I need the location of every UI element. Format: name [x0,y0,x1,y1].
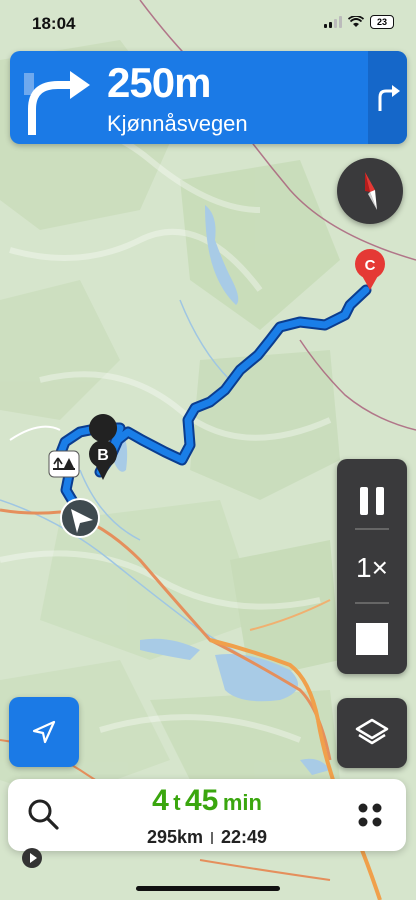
eta-duration: 4 t 45 min [8,784,406,818]
pause-icon [360,487,384,515]
more-menu-icon[interactable] [356,801,384,829]
cellular-signal-icon [324,16,342,28]
trip-distance: 295km [146,827,203,847]
street-name: Kjønnåsvegen [107,111,248,136]
home-indicator [136,886,280,891]
layers-icon [355,718,389,745]
trip-summary-card[interactable]: 4 t 45 min 295km 22:49 [8,779,406,851]
battery-level: 23 [376,17,387,27]
location-arrow-icon [32,720,56,744]
turn-instruction-card[interactable]: 250m Kjønnåsvegen [10,51,407,144]
eta-hours-unit: t [173,790,181,815]
status-bar: 18:04 23 [0,0,416,46]
play-small-icon[interactable] [22,848,42,868]
compass-icon [365,172,377,210]
next-turn-right-icon [378,84,400,111]
location-button[interactable] [9,697,79,767]
stop-button[interactable] [337,609,407,669]
campsite-icon[interactable] [48,450,80,478]
layers-button[interactable] [337,698,407,768]
status-icons: 23 [324,15,394,29]
eta-minutes: 45 [184,784,219,817]
stop-icon [356,623,388,655]
battery-icon: 23 [370,15,394,29]
waypoint-b-label: B [97,447,109,464]
panel-divider [355,528,389,530]
next-turn-button[interactable] [368,51,407,144]
current-position-icon [60,498,100,538]
speed-button[interactable]: 1× [337,537,407,599]
trip-meta: 295km 22:49 [8,827,406,848]
meta-separator [211,832,213,845]
turn-distance: 250m [107,59,211,106]
eta-minutes-unit: min [222,790,262,815]
compass-button[interactable] [337,158,403,224]
turn-right-arrow-icon [24,71,90,135]
status-time: 18:04 [32,14,76,33]
playback-panel: 1× [337,459,407,674]
waypoint-c-label: C [365,257,376,274]
pause-button[interactable] [337,469,407,533]
panel-divider [355,602,389,604]
eta-hours: 4 [152,784,169,817]
wifi-icon [348,16,364,27]
arrival-time: 22:49 [221,827,268,847]
